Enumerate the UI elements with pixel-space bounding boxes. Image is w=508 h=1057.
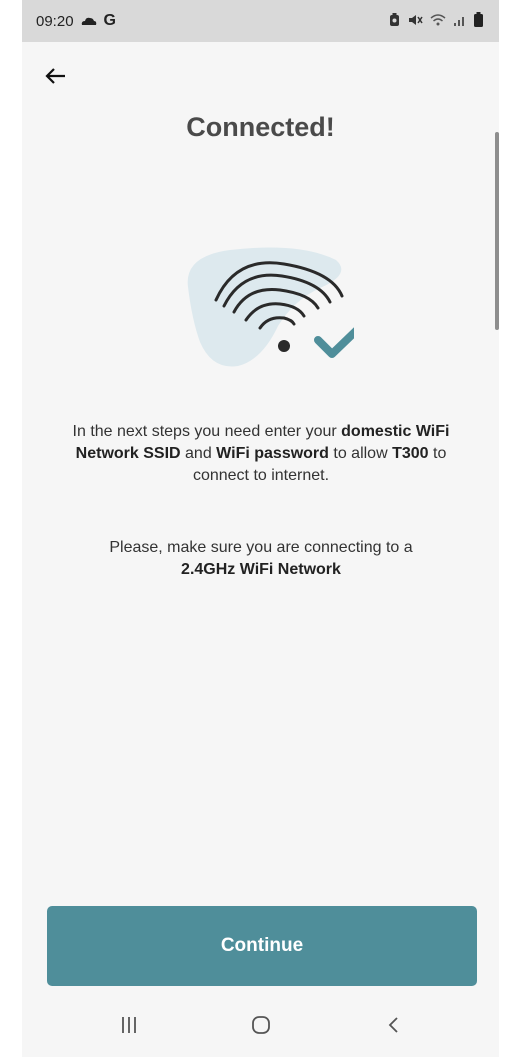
instructions-text: In the next steps you need enter your do… — [46, 421, 476, 487]
network-note-part-1: Please, make sure you are connecting to … — [109, 539, 413, 556]
back-arrow-icon[interactable] — [42, 62, 70, 90]
page-title: Connected! — [186, 112, 335, 142]
instructions-password-label: WiFi password — [216, 445, 329, 462]
signal-icon — [454, 16, 464, 26]
recents-icon[interactable] — [120, 1014, 138, 1036]
instructions-part-2: and — [180, 445, 217, 462]
status-time: 09:20 — [36, 12, 74, 30]
home-icon[interactable] — [250, 1014, 272, 1036]
phone-screen: 09:20 G Connected! In the next steps you… — [22, 0, 499, 1057]
continue-button[interactable]: Continue — [47, 906, 477, 986]
instructions-part-1: In the next steps you need enter your — [72, 423, 342, 440]
nav-back-icon[interactable] — [386, 1014, 400, 1036]
instructions-device-name: T300 — [392, 445, 429, 462]
network-note-band: 2.4GHz WiFi Network — [181, 561, 341, 578]
battery-saver-icon — [390, 12, 399, 26]
battery-icon — [474, 12, 483, 27]
wifi-status-icon — [430, 13, 446, 25]
system-nav-bar — [22, 1000, 499, 1057]
status-right — [388, 12, 483, 27]
status-bar: 09:20 G — [22, 0, 499, 42]
wifi-connected-illustration — [187, 247, 354, 367]
google-g-icon: G — [103, 12, 116, 29]
cloud-icon — [81, 17, 96, 25]
mute-icon — [409, 14, 423, 25]
status-left: 09:20 G — [36, 12, 116, 30]
network-note-text: Please, make sure you are connecting to … — [46, 537, 476, 581]
scrollbar[interactable] — [495, 132, 499, 330]
instructions-part-3: to allow — [328, 445, 393, 462]
